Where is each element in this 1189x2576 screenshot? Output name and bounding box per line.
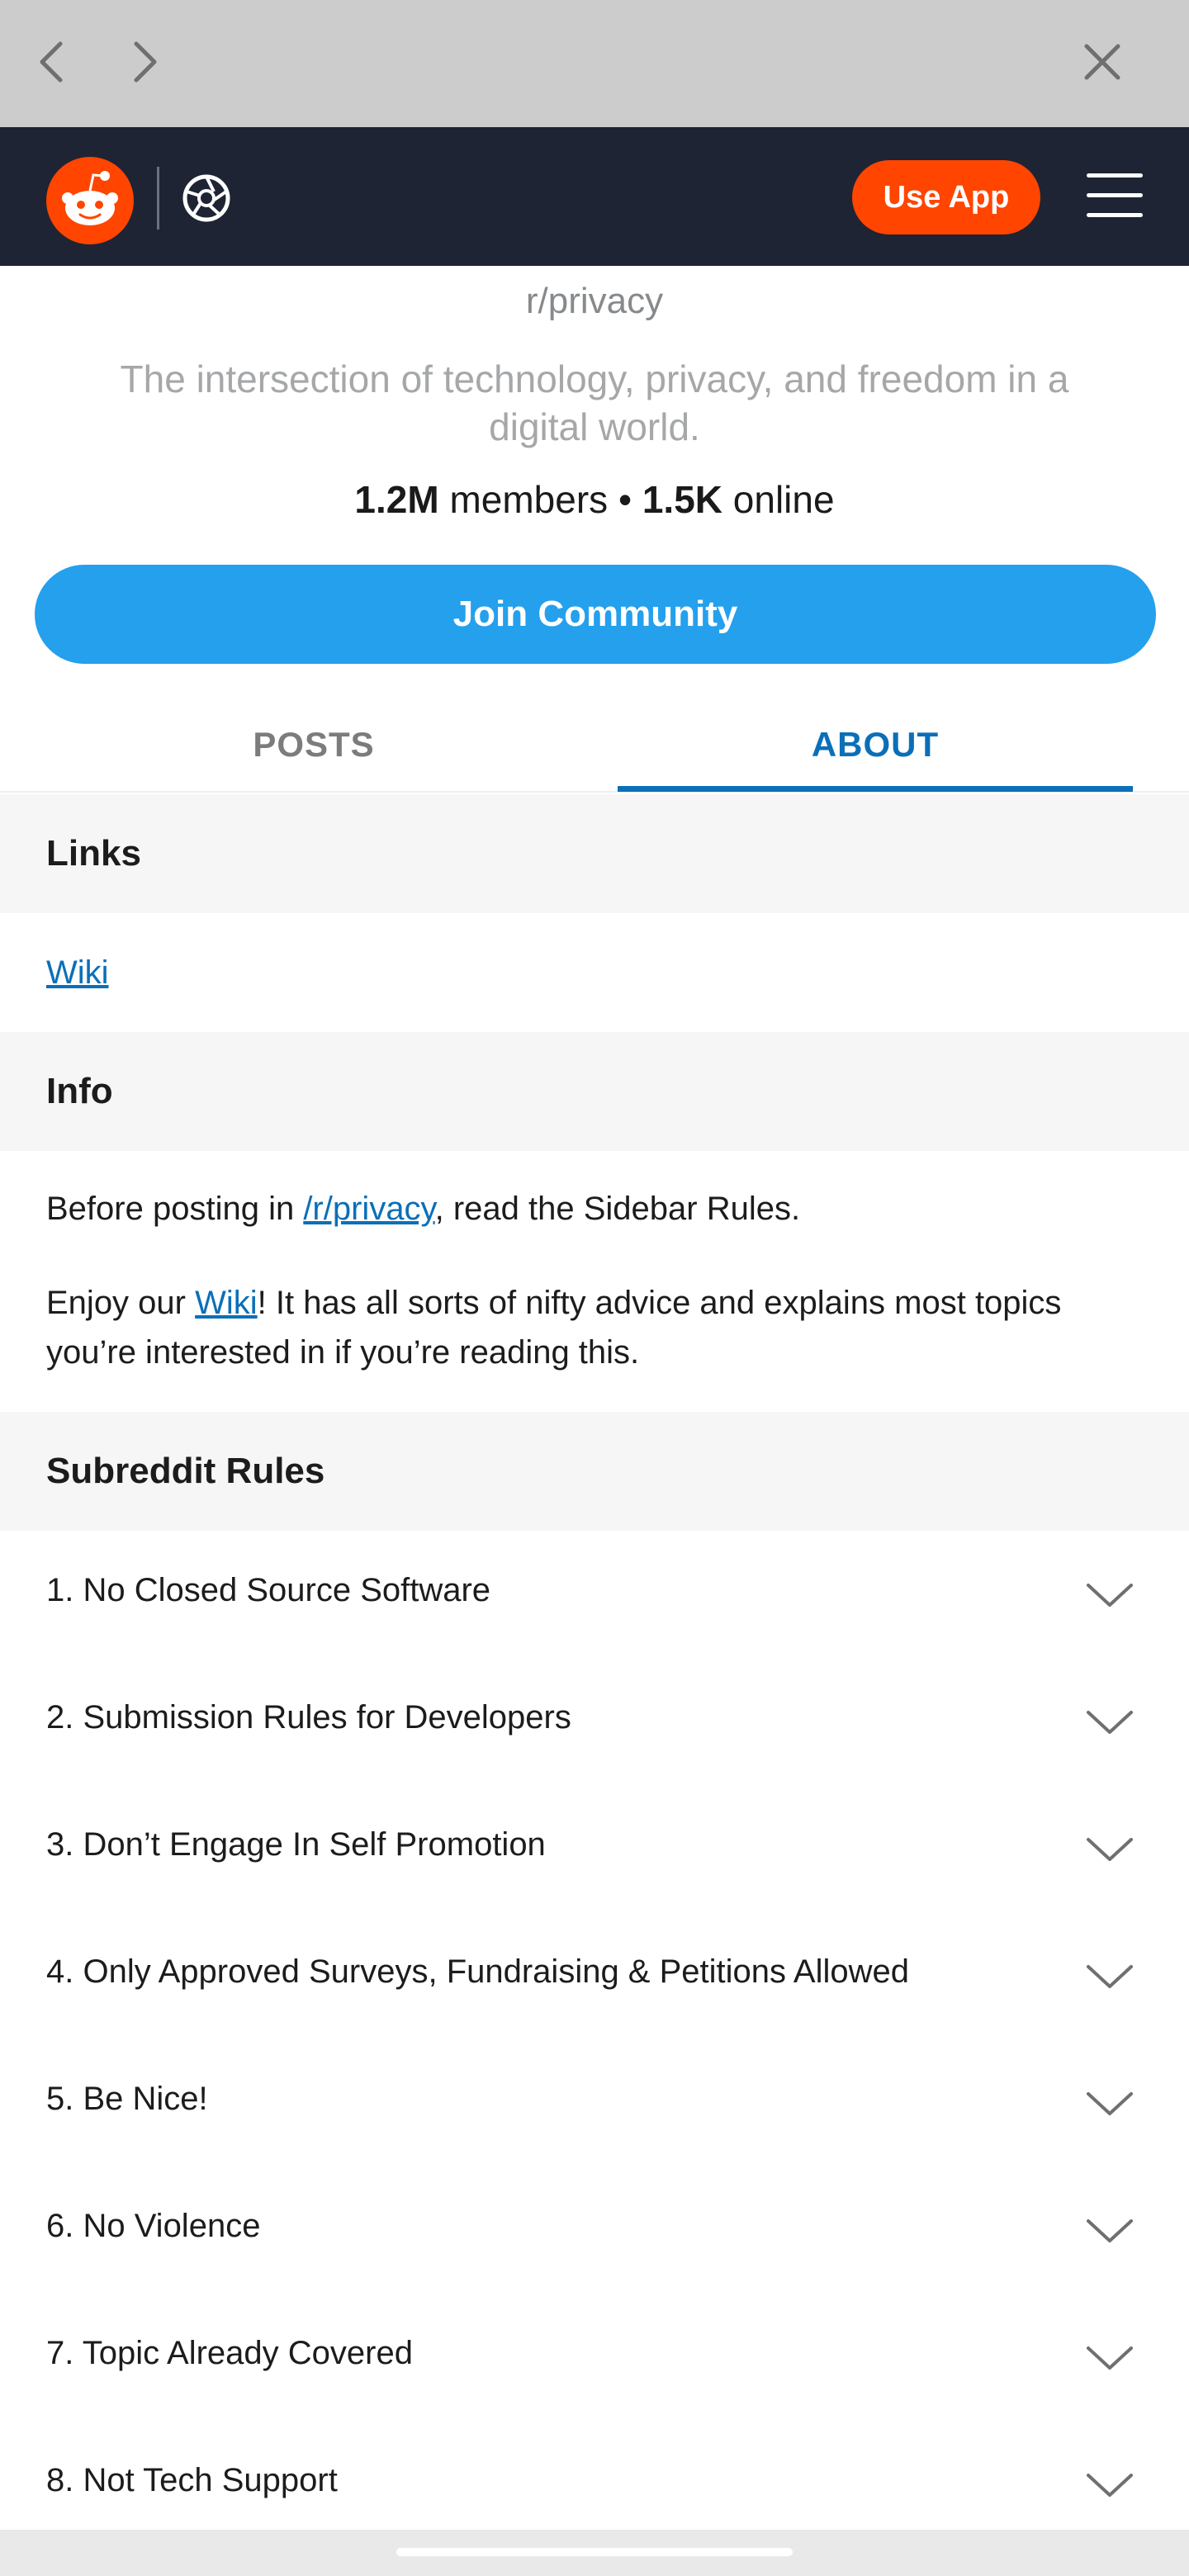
info-text: , read the Sidebar Rules.	[434, 1191, 801, 1227]
links-body: Wiki	[46, 948, 1144, 997]
stats-separator: •	[618, 478, 632, 521]
rule-label: 8. Not Tech Support	[46, 2462, 338, 2498]
active-tab-indicator	[618, 786, 1133, 792]
members-label: members	[449, 478, 609, 521]
rule-label: 1. No Closed Source Software	[46, 1572, 491, 1608]
online-label: online	[732, 478, 835, 521]
system-gesture-bar	[0, 2530, 1189, 2576]
rule-item[interactable]: 7. Topic Already Covered	[0, 2294, 1189, 2421]
header-divider	[157, 167, 159, 230]
rule-item[interactable]: 2. Submission Rules for Developers	[0, 1658, 1189, 1785]
reddit-snoo-icon[interactable]	[46, 157, 134, 244]
hamburger-menu-icon[interactable]	[1087, 168, 1144, 223]
use-app-button[interactable]: Use App	[852, 160, 1040, 234]
chevron-down-icon	[1087, 1838, 1133, 1861]
chevron-down-icon	[1087, 1965, 1133, 1988]
chevron-down-icon	[1087, 2474, 1133, 2497]
chevron-left-icon[interactable]	[23, 33, 81, 91]
wiki-link[interactable]: Wiki	[46, 954, 109, 991]
rule-label: 5. Be Nice!	[46, 2081, 208, 2117]
tab-about[interactable]: ABOUT	[618, 697, 1133, 793]
tab-posts[interactable]: POSTS	[0, 697, 628, 793]
chevron-down-icon	[1087, 1584, 1133, 1607]
community-description: The intersection of technology, privacy,…	[120, 358, 1069, 448]
rules-heading: Subreddit Rules	[0, 1412, 1189, 1531]
aperture-icon[interactable]	[182, 173, 231, 223]
info-heading: Info	[0, 1032, 1189, 1151]
rule-label: 6. No Violence	[46, 2208, 261, 2244]
members-count: 1.2M	[354, 478, 439, 521]
chevron-right-icon[interactable]	[116, 33, 173, 91]
site-header: Use App	[0, 127, 1189, 266]
close-icon[interactable]	[1073, 33, 1131, 91]
rule-item[interactable]: 1. No Closed Source Software	[0, 1531, 1189, 1658]
join-community-button[interactable]: Join Community	[35, 565, 1156, 664]
info-wiki-link[interactable]: Wiki	[195, 1285, 258, 1321]
subreddit-link[interactable]: /r/privacy	[303, 1191, 434, 1227]
info-text: Enjoy our	[46, 1285, 196, 1321]
rule-item[interactable]: 8. Not Tech Support	[0, 2421, 1189, 2548]
tab-bar: POSTS ABOUT	[0, 697, 1189, 793]
rule-item[interactable]: 6. No Violence	[0, 2166, 1189, 2294]
rule-label: 7. Topic Already Covered	[46, 2335, 413, 2371]
online-count: 1.5K	[642, 478, 723, 521]
chevron-down-icon	[1087, 2092, 1133, 2115]
home-indicator[interactable]	[396, 2548, 793, 2556]
chevron-down-icon	[1087, 2219, 1133, 2242]
rule-label: 4. Only Approved Surveys, Fundraising & …	[46, 1953, 909, 1990]
browser-toolbar	[0, 0, 1189, 127]
chevron-down-icon	[1087, 1711, 1133, 1734]
links-heading: Links	[0, 794, 1189, 913]
rule-item[interactable]: 5. Be Nice!	[0, 2039, 1189, 2166]
rule-item[interactable]: 3. Don’t Engage In Self Promotion	[0, 1785, 1189, 1912]
info-paragraph-2: Enjoy our Wiki! It has all sorts of nift…	[46, 1278, 1144, 1377]
rule-label: 2. Submission Rules for Developers	[46, 1699, 571, 1735]
rule-label: 3. Don’t Engage In Self Promotion	[46, 1826, 546, 1863]
info-text: Before posting in	[46, 1191, 304, 1227]
community-stats: 1.2M members • 1.5K online	[0, 477, 1189, 522]
community-name: r/privacy	[525, 281, 664, 321]
info-paragraph-1: Before posting in /r/privacy, read the S…	[46, 1184, 1144, 1234]
rule-item[interactable]: 4. Only Approved Surveys, Fundraising & …	[0, 1912, 1189, 2039]
chevron-down-icon	[1087, 2346, 1133, 2370]
